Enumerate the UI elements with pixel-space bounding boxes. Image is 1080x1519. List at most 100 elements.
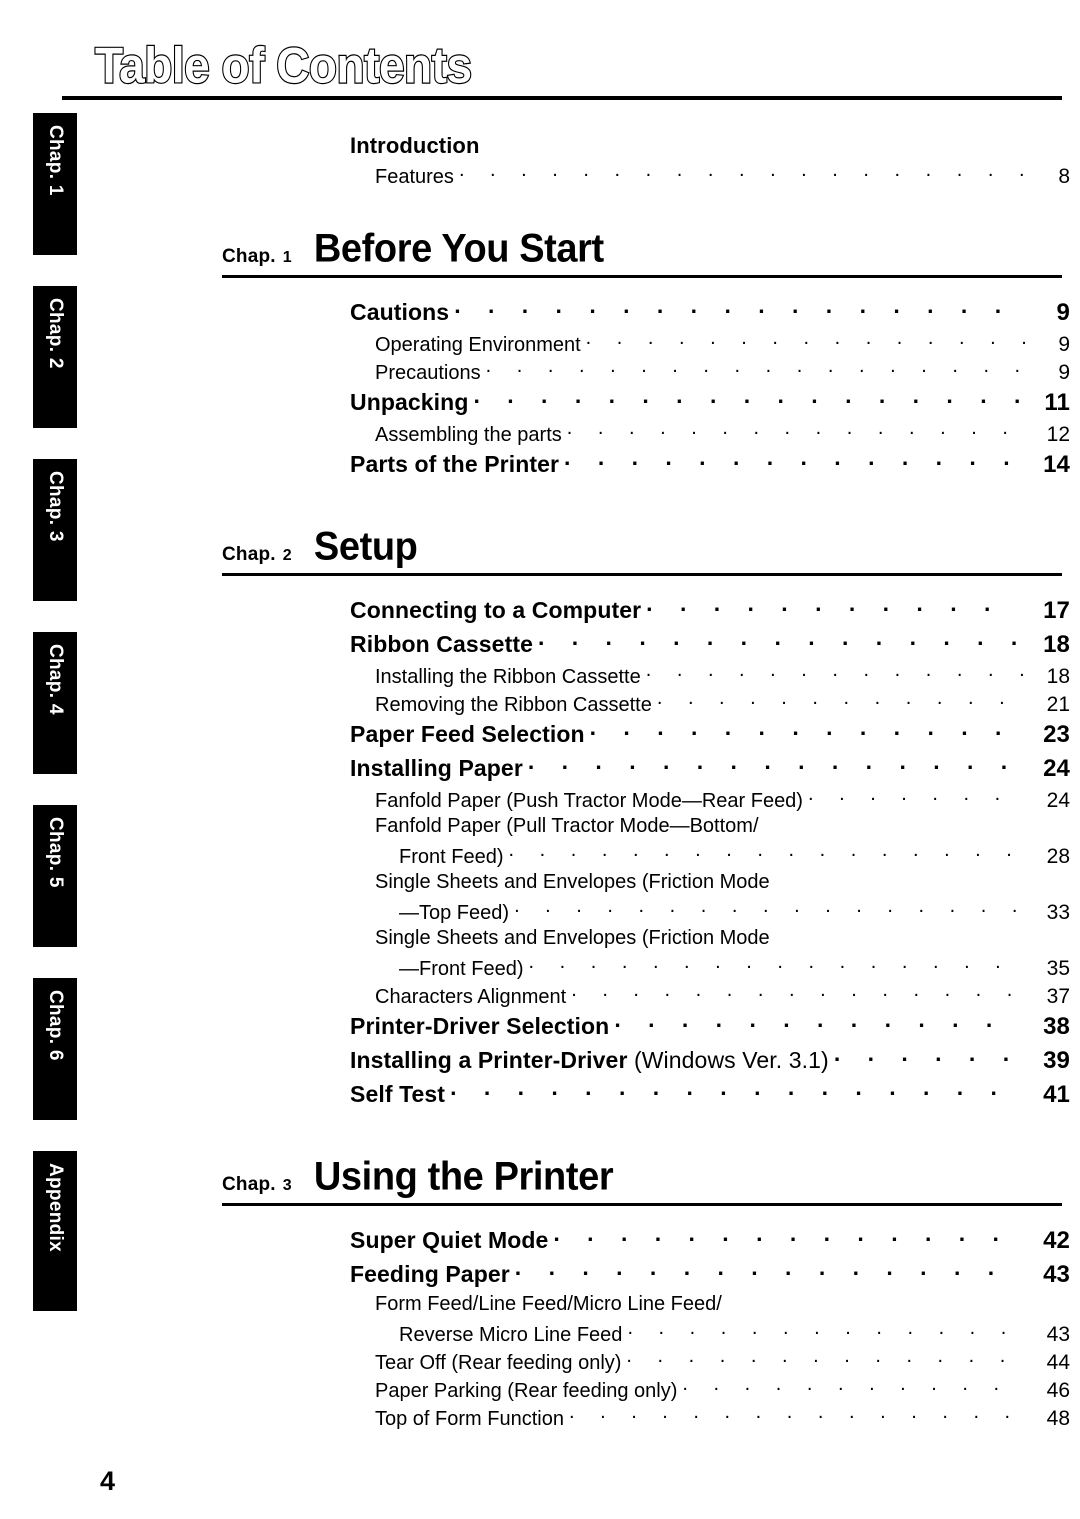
chapter-tab-4[interactable]: Chap. 4 (33, 632, 77, 774)
toc-entry-title: —Top Feed) (399, 902, 510, 924)
dot-leader: . . . . . . . . . . . . . . . . . . . . … (485, 359, 1025, 377)
toc-entry[interactable]: Ribbon Cassette. . . . . . . . . . . . .… (350, 629, 1070, 659)
toc-entry-title: Super Quiet Mode (350, 1227, 549, 1253)
toc-entry-title: Parts of the Printer (350, 451, 560, 477)
toc-entry[interactable]: Front Feed). . . . . . . . . . . . . . .… (399, 843, 1070, 869)
toc-entry[interactable]: Installing a Printer-Driver (Windows Ver… (350, 1045, 1070, 1075)
toc-entry[interactable]: Cautions. . . . . . . . . . . . . . . . … (350, 297, 1070, 327)
dot-leader: . . . . . . . . . . . . . . . . . . . . … (458, 163, 1025, 181)
chapter-tab-3[interactable]: Chap. 3 (33, 459, 77, 601)
page-title: Table of Contents (94, 36, 473, 95)
toc-entry[interactable]: Reverse Micro Line Feed. . . . . . . . .… (399, 1321, 1070, 1347)
chapter-tab-7[interactable]: Appendix (33, 1151, 77, 1311)
dot-leader: . . . . . . . . . . . . . . . . . . . . … (528, 955, 1025, 973)
dot-leader: . . . . . . . . . . . . . . . . . . . . … (627, 1321, 1025, 1339)
dot-leader: . . . . . . . . . . . . . . . . . . . . … (585, 331, 1025, 349)
toc-entry-title: Paper Feed Selection (350, 721, 585, 747)
toc-entry-page: 21 (1046, 693, 1070, 716)
toc-entry[interactable]: Installing Paper. . . . . . . . . . . . … (350, 753, 1070, 783)
dot-leader: . . . . . . . . . . . . . . . . . . . . … (568, 1405, 1025, 1423)
toc-entry-page: 37 (1046, 985, 1070, 1008)
toc-entry-page: 8 (1058, 165, 1070, 188)
toc-entry[interactable]: Parts of the Printer. . . . . . . . . . … (350, 449, 1070, 479)
toc-entry-title-note: (Windows Ver. 3.1) (627, 1047, 829, 1073)
toc-entry-page: 24 (1043, 755, 1070, 782)
toc-entry[interactable]: Top of Form Function. . . . . . . . . . … (375, 1405, 1070, 1431)
toc-entry[interactable]: Unpacking. . . . . . . . . . . . . . . .… (350, 387, 1070, 417)
dot-leader: . . . . . . . . . . . . . . . . . . . . … (645, 663, 1025, 681)
chapter-tab-2[interactable]: Chap. 2 (33, 286, 77, 428)
toc-entry-page: 39 (1043, 1047, 1070, 1074)
toc-entry-title: Printer-Driver Selection (350, 1013, 610, 1039)
toc-entry-page: 48 (1046, 1407, 1070, 1430)
toc-entry[interactable]: Fanfold Paper (Push Tractor Mode—Rear Fe… (375, 787, 1070, 813)
dot-leader: . . . . . . . . . . . . . . . . . . . . … (508, 843, 1025, 861)
toc-entry-title: Installing a Printer-Driver (Windows Ver… (350, 1047, 829, 1073)
toc-entry[interactable]: —Top Feed). . . . . . . . . . . . . . . … (399, 899, 1070, 925)
toc-entry[interactable]: Super Quiet Mode. . . . . . . . . . . . … (350, 1225, 1070, 1255)
chapter-tab-label: Chap. 3 (45, 471, 66, 542)
toc-entry-title: Operating Environment (375, 334, 581, 356)
toc-entry-title: Feeding Paper (350, 1261, 510, 1287)
toc-entry-page: 43 (1046, 1323, 1070, 1346)
toc-entry-title: Unpacking (350, 389, 469, 415)
toc-entry-page: 46 (1046, 1379, 1070, 1402)
toc-entry-page: 18 (1046, 665, 1070, 688)
dot-leader: . . . . . . . . . . . . . . . . . . . . … (514, 1259, 1019, 1280)
toc-entry-title: Assembling the parts (375, 424, 562, 446)
toc-entry[interactable]: Assembling the parts. . . . . . . . . . … (375, 421, 1070, 447)
toc-entry-title: Tear Off (Rear feeding only) (375, 1352, 622, 1374)
toc-entry-wrapped-line: Form Feed/Line Feed/Micro Line Feed/ (375, 1293, 722, 1315)
dot-leader: . . . . . . . . . . . . . . . . . . . . … (564, 449, 1019, 470)
toc-entry-page: 38 (1043, 1013, 1070, 1040)
toc-entry[interactable]: —Front Feed). . . . . . . . . . . . . . … (399, 955, 1070, 981)
dot-leader: . . . . . . . . . . . . . . . . . . . . … (454, 297, 1019, 318)
toc-entry-page: 41 (1043, 1081, 1070, 1108)
toc-entry[interactable]: Connecting to a Computer. . . . . . . . … (350, 595, 1070, 625)
dot-leader: . . . . . . . . . . . . . . . . . . . . … (833, 1045, 1019, 1066)
chapter-tab-1[interactable]: Chap. 1 (33, 113, 77, 255)
chapter-divider (222, 1203, 1062, 1206)
chapter-heading-2: Chap. 2 Setup (222, 525, 1062, 570)
chapter-tab-label: Chap. 2 (45, 298, 66, 369)
toc-entry-page: 33 (1046, 901, 1070, 924)
toc-entry-title: Precautions (375, 362, 481, 384)
toc-entry-title: —Front Feed) (399, 958, 524, 980)
toc-entry-title: Fanfold Paper (Push Tractor Mode—Rear Fe… (375, 790, 803, 812)
toc-entry[interactable]: Self Test. . . . . . . . . . . . . . . .… (350, 1079, 1070, 1109)
toc-entry-title: Paper Parking (Rear feeding only) (375, 1380, 678, 1402)
toc-entry-page: 14 (1043, 451, 1070, 478)
title-divider (62, 96, 1062, 100)
chapter-heading-3: Chap. 3 Using the Printer (222, 1155, 1062, 1200)
toc-entry[interactable]: Tear Off (Rear feeding only). . . . . . … (375, 1349, 1070, 1375)
toc-entry-page: 9 (1058, 333, 1070, 356)
toc-entry-page: 12 (1046, 423, 1070, 446)
toc-entry[interactable]: Installing the Ribbon Cassette. . . . . … (375, 663, 1070, 689)
toc-entry[interactable]: Feeding Paper. . . . . . . . . . . . . .… (350, 1259, 1070, 1289)
toc-entry[interactable]: Paper Parking (Rear feeding only). . . .… (375, 1377, 1070, 1403)
chapter-tab-strip: Chap. 1 Chap. 2 Chap. 3 Chap. 4 Chap. 5 Chap.… (33, 113, 77, 1342)
toc-entry-page: 44 (1046, 1351, 1070, 1374)
toc-entry[interactable]: Printer-Driver Selection. . . . . . . . … (350, 1011, 1070, 1041)
toc-entry[interactable]: Precautions. . . . . . . . . . . . . . .… (375, 359, 1070, 385)
toc-entry[interactable]: Removing the Ribbon Cassette. . . . . . … (375, 691, 1070, 717)
dot-leader: . . . . . . . . . . . . . . . . . . . . … (537, 629, 1019, 650)
dot-leader: . . . . . . . . . . . . . . . . . . . . … (682, 1377, 1025, 1395)
chapter-label: Chap. 1 (222, 246, 292, 267)
chapter-tab-6[interactable]: Chap. 6 (33, 978, 77, 1120)
toc-entry[interactable]: Paper Feed Selection. . . . . . . . . . … (350, 719, 1070, 749)
toc-entry[interactable]: Operating Environment. . . . . . . . . .… (375, 331, 1070, 357)
dot-leader: . . . . . . . . . . . . . . . . . . . . … (646, 595, 1019, 616)
toc-entry-page: 17 (1043, 597, 1070, 624)
chapter-tab-5[interactable]: Chap. 5 (33, 805, 77, 947)
chapter-number: 3 (282, 1177, 292, 1194)
dot-leader: . . . . . . . . . . . . . . . . . . . . … (566, 421, 1025, 439)
toc-entry-page: 24 (1046, 789, 1070, 812)
toc-entry[interactable]: Features. . . . . . . . . . . . . . . . … (375, 163, 1070, 189)
chapter-tab-label: Appendix (45, 1163, 66, 1252)
toc-entry-title: Installing the Ribbon Cassette (375, 666, 641, 688)
page-number: 4 (100, 1466, 116, 1496)
dot-leader: . . . . . . . . . . . . . . . . . . . . … (656, 691, 1025, 709)
toc-entry-title: Cautions (350, 299, 450, 325)
toc-entry[interactable]: Characters Alignment. . . . . . . . . . … (375, 983, 1070, 1009)
